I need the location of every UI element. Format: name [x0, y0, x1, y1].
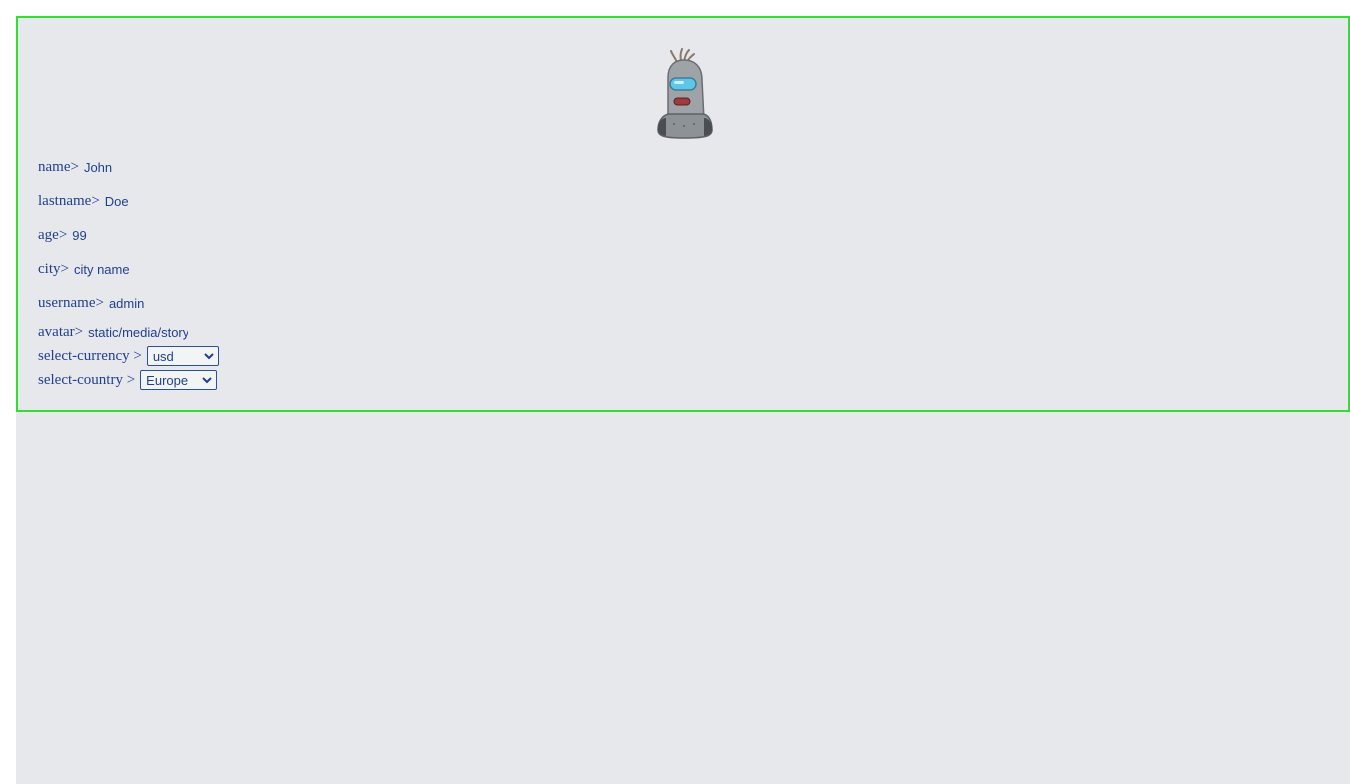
country-select[interactable]: Europe [140, 370, 218, 390]
field-label: name> [38, 158, 79, 175]
currency-label: select-currency > [38, 347, 142, 364]
currency-select[interactable]: usd [146, 346, 219, 366]
chevron-down-icon [202, 377, 212, 384]
field-lastname: lastname> Doe [38, 184, 219, 218]
country-label: select-country > [38, 371, 136, 388]
field-name: name> John [38, 150, 219, 184]
field-label: lastname> [38, 192, 100, 209]
field-age: age> 99 [38, 218, 219, 252]
field-city: city> city name [38, 252, 219, 286]
currency-selected-value: usd [152, 348, 174, 364]
country-selected-value: Europe [146, 372, 189, 388]
field-value: city name [73, 261, 130, 277]
field-value: static/media/story [88, 324, 189, 340]
profile-fields: name> John lastname> Doe age> 99 city> c… [38, 150, 219, 392]
field-value: admin [108, 295, 145, 311]
profile-panel: name> John lastname> Doe age> 99 city> c… [16, 16, 1350, 412]
country-row: select-country > Europe [38, 368, 219, 392]
field-label: username> [38, 294, 104, 311]
robot-avatar-icon [657, 48, 713, 139]
field-label: city> [38, 260, 69, 277]
currency-row: select-currency > usd [38, 344, 219, 368]
field-label: age> [38, 226, 68, 243]
field-username: username> admin [38, 286, 219, 320]
field-label: avatar> [38, 323, 84, 340]
field-avatar: avatar> static/media/story [38, 320, 219, 344]
field-value: Doe [104, 193, 129, 209]
chevron-down-icon [204, 353, 214, 360]
field-value: 99 [72, 227, 87, 243]
field-value: John [83, 159, 113, 175]
